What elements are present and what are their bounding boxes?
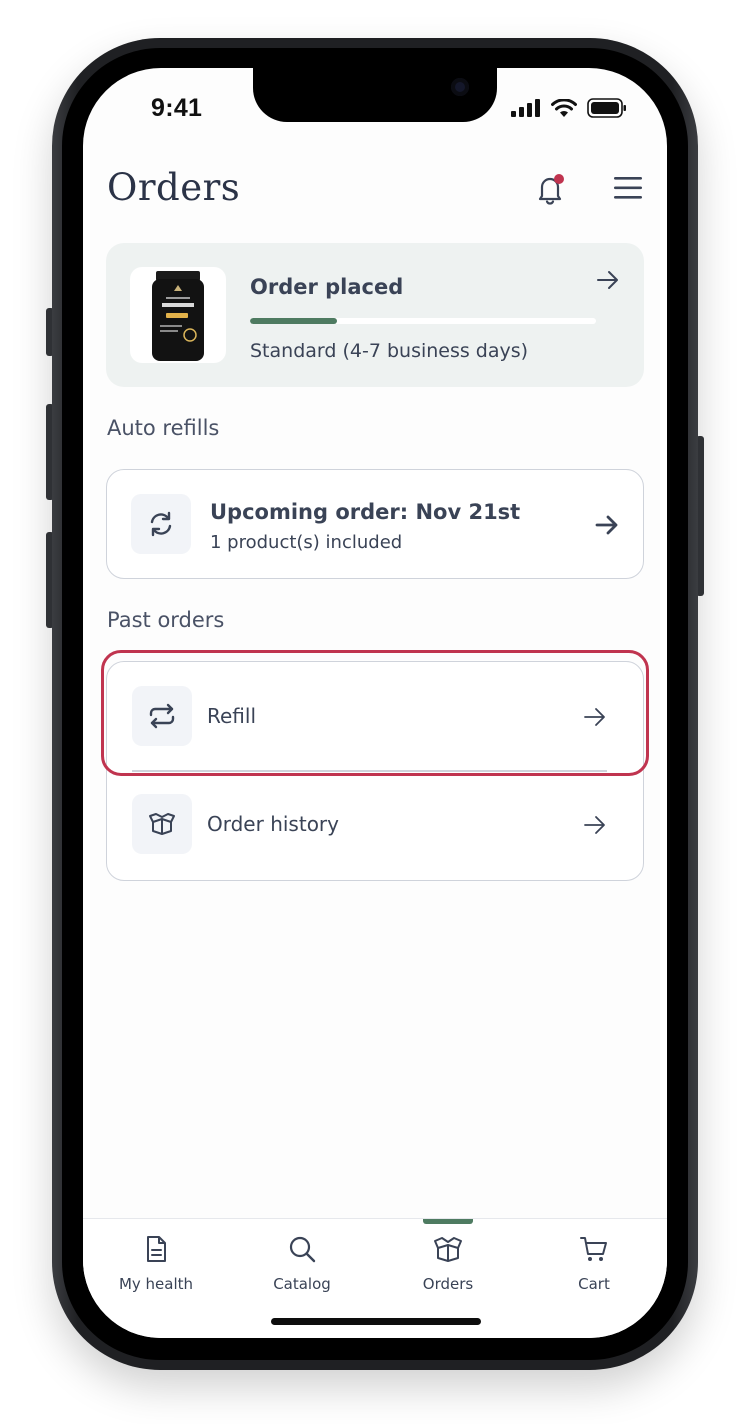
status-icons — [511, 98, 627, 118]
tab-orders-label: Orders — [422, 1275, 474, 1293]
order-progress-fill — [250, 318, 337, 324]
document-icon — [147, 1236, 166, 1262]
notification-bell-icon[interactable] — [533, 172, 567, 206]
notification-dot — [554, 174, 564, 184]
page-title: Orders — [107, 166, 241, 209]
active-tab-indicator — [423, 1219, 473, 1224]
order-history-icon-tile — [132, 794, 192, 854]
refresh-icon — [150, 511, 172, 537]
home-indicator — [271, 1318, 481, 1325]
upcoming-order-title: Upcoming order: Nov 21st — [210, 500, 521, 524]
status-time: 9:41 — [151, 94, 203, 122]
wifi-icon — [551, 98, 577, 117]
auto-refills-heading: Auto refills — [107, 416, 220, 440]
battery-icon — [587, 98, 626, 118]
current-order-card[interactable]: Order placed Standard (4-7 business days… — [106, 243, 644, 387]
cart-icon — [580, 1237, 607, 1261]
tab-cart[interactable]: Cart — [521, 1219, 667, 1319]
box-icon — [434, 1237, 462, 1262]
order-shipping-method: Standard (4-7 business days) — [250, 340, 529, 362]
refill-highlight-outline — [101, 650, 649, 776]
tab-catalog-label: Catalog — [273, 1275, 331, 1293]
notch — [253, 68, 497, 122]
arrow-right-icon[interactable] — [595, 514, 619, 536]
upcoming-order-subtitle: 1 product(s) included — [210, 532, 403, 553]
refresh-icon-tile — [131, 494, 191, 554]
supplement-bottle-icon — [152, 271, 204, 361]
tab-my-health-label: My health — [118, 1275, 194, 1293]
order-history-row[interactable]: Order history — [107, 772, 643, 880]
tab-my-health[interactable]: My health — [83, 1219, 229, 1319]
order-history-label: Order history — [207, 812, 339, 836]
order-status-label: Order placed — [250, 275, 404, 299]
past-orders-heading: Past orders — [107, 608, 225, 632]
tab-orders[interactable]: Orders — [375, 1219, 521, 1319]
upcoming-order-card[interactable]: Upcoming order: Nov 21st 1 product(s) in… — [106, 469, 644, 579]
arrow-right-icon[interactable] — [596, 269, 620, 291]
box-icon — [149, 813, 175, 835]
front-camera — [451, 78, 469, 96]
order-progress-bar — [250, 318, 596, 324]
tab-catalog[interactable]: Catalog — [229, 1219, 375, 1319]
hamburger-menu-icon[interactable] — [613, 174, 643, 202]
cellular-signal-icon — [511, 99, 540, 117]
search-icon — [289, 1236, 316, 1263]
arrow-right-icon[interactable] — [583, 814, 607, 836]
product-image — [130, 267, 226, 363]
tab-cart-label: Cart — [578, 1275, 610, 1293]
